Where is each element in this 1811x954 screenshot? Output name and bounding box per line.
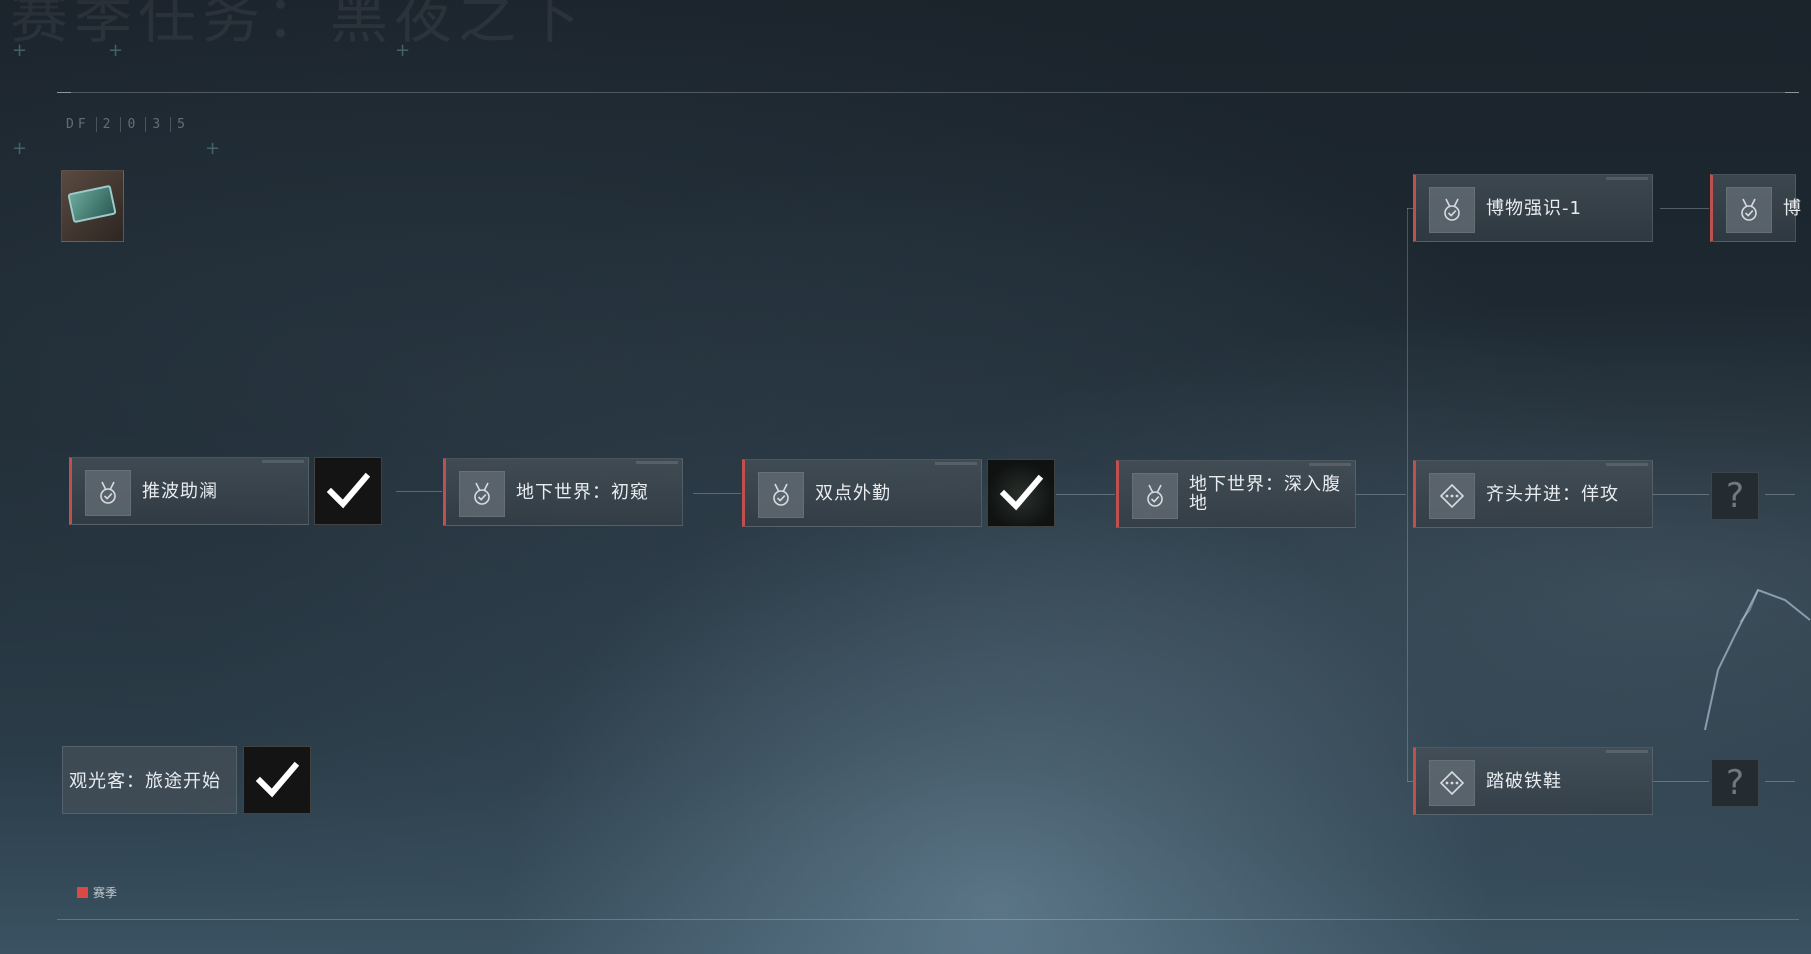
medal-check-icon [85, 470, 131, 516]
quest-label: 踏破铁鞋 [1486, 770, 1562, 792]
quest-label: 齐头并进：佯攻 [1486, 483, 1619, 505]
reward-completed[interactable] [243, 746, 311, 814]
quest-card-advance-feint[interactable]: 齐头并进：佯攻 [1413, 460, 1653, 528]
quest-card-dual-field[interactable]: 双点外勤 [742, 459, 982, 527]
medal-check-icon [459, 471, 505, 517]
quest-card-push-wave[interactable]: 推波助澜 [69, 457, 309, 525]
quest-card-museum-next[interactable]: 博 [1710, 174, 1802, 242]
quest-label: 地下世界：深入腹地 [1189, 474, 1341, 514]
diamond-dots-icon [1429, 473, 1475, 519]
quest-label: 观光客：旅途开始 [69, 771, 221, 792]
quest-label: 博 [1783, 197, 1802, 219]
chip-icon [67, 184, 117, 224]
quest-card-tourist-start[interactable]: 观光客：旅途开始 [62, 746, 237, 814]
frame-corner [57, 92, 71, 107]
branch-line [1407, 208, 1408, 781]
quest-label: 地下世界：初窥 [516, 481, 649, 503]
question-mark-icon: ? [1725, 476, 1745, 516]
lightning-decoration [1704, 588, 1811, 731]
reward-unknown[interactable]: ? [1711, 472, 1759, 520]
medal-check-icon [1429, 187, 1475, 233]
diamond-dots-icon [1429, 760, 1475, 806]
question-mark-icon: ? [1725, 763, 1745, 803]
frame-corner [1785, 92, 1799, 107]
medal-check-icon [1132, 473, 1178, 519]
background-title: 赛季任务：黑夜之下 [10, 0, 587, 51]
hud-code-label: DF [66, 117, 90, 132]
check-icon [999, 474, 1043, 511]
reward-chip-item[interactable] [61, 170, 124, 242]
hud-crosshair: + [12, 138, 28, 159]
reward-completed[interactable] [314, 457, 382, 525]
hud-crosshair: + [205, 138, 221, 159]
check-icon [326, 472, 370, 509]
quest-label: 双点外勤 [815, 482, 891, 504]
quest-label: 博物强识-1 [1486, 197, 1582, 219]
connector-line [396, 491, 442, 492]
hud-crosshair: + [108, 40, 124, 61]
hud-code: DF 2 0 3 5 [66, 117, 189, 132]
quest-label: 推波助澜 [142, 480, 218, 502]
connector-line [1660, 208, 1709, 209]
quest-card-iron-shoes[interactable]: 踏破铁鞋 [1413, 747, 1653, 815]
connector-line [1765, 781, 1795, 782]
hud-code-digit: 3 [145, 117, 164, 132]
legend-swatch [77, 887, 88, 898]
hud-crosshair: + [12, 40, 28, 61]
hud-code-digit: 0 [120, 117, 139, 132]
connector-line [1652, 781, 1709, 782]
connector-line [1652, 494, 1709, 495]
medal-check-icon [758, 472, 804, 518]
quest-card-underworld-deep[interactable]: 地下世界：深入腹地 [1116, 460, 1356, 528]
check-icon [255, 761, 299, 798]
reward-unknown[interactable]: ? [1711, 759, 1759, 807]
medal-check-icon [1726, 187, 1772, 233]
legend-label: 赛季 [93, 886, 118, 900]
quest-card-underworld-glimpse[interactable]: 地下世界：初窥 [443, 458, 683, 526]
connector-line [1056, 494, 1115, 495]
reward-completed[interactable] [987, 459, 1055, 527]
legend: 赛季 [77, 884, 117, 901]
connector-line [1765, 494, 1795, 495]
hud-code-digit: 5 [170, 117, 189, 132]
hud-crosshair: + [395, 40, 411, 61]
connector-line [693, 493, 741, 494]
hud-code-digit: 2 [95, 117, 115, 132]
quest-card-museum-1[interactable]: 博物强识-1 [1413, 174, 1653, 242]
connector-line [1355, 494, 1406, 495]
